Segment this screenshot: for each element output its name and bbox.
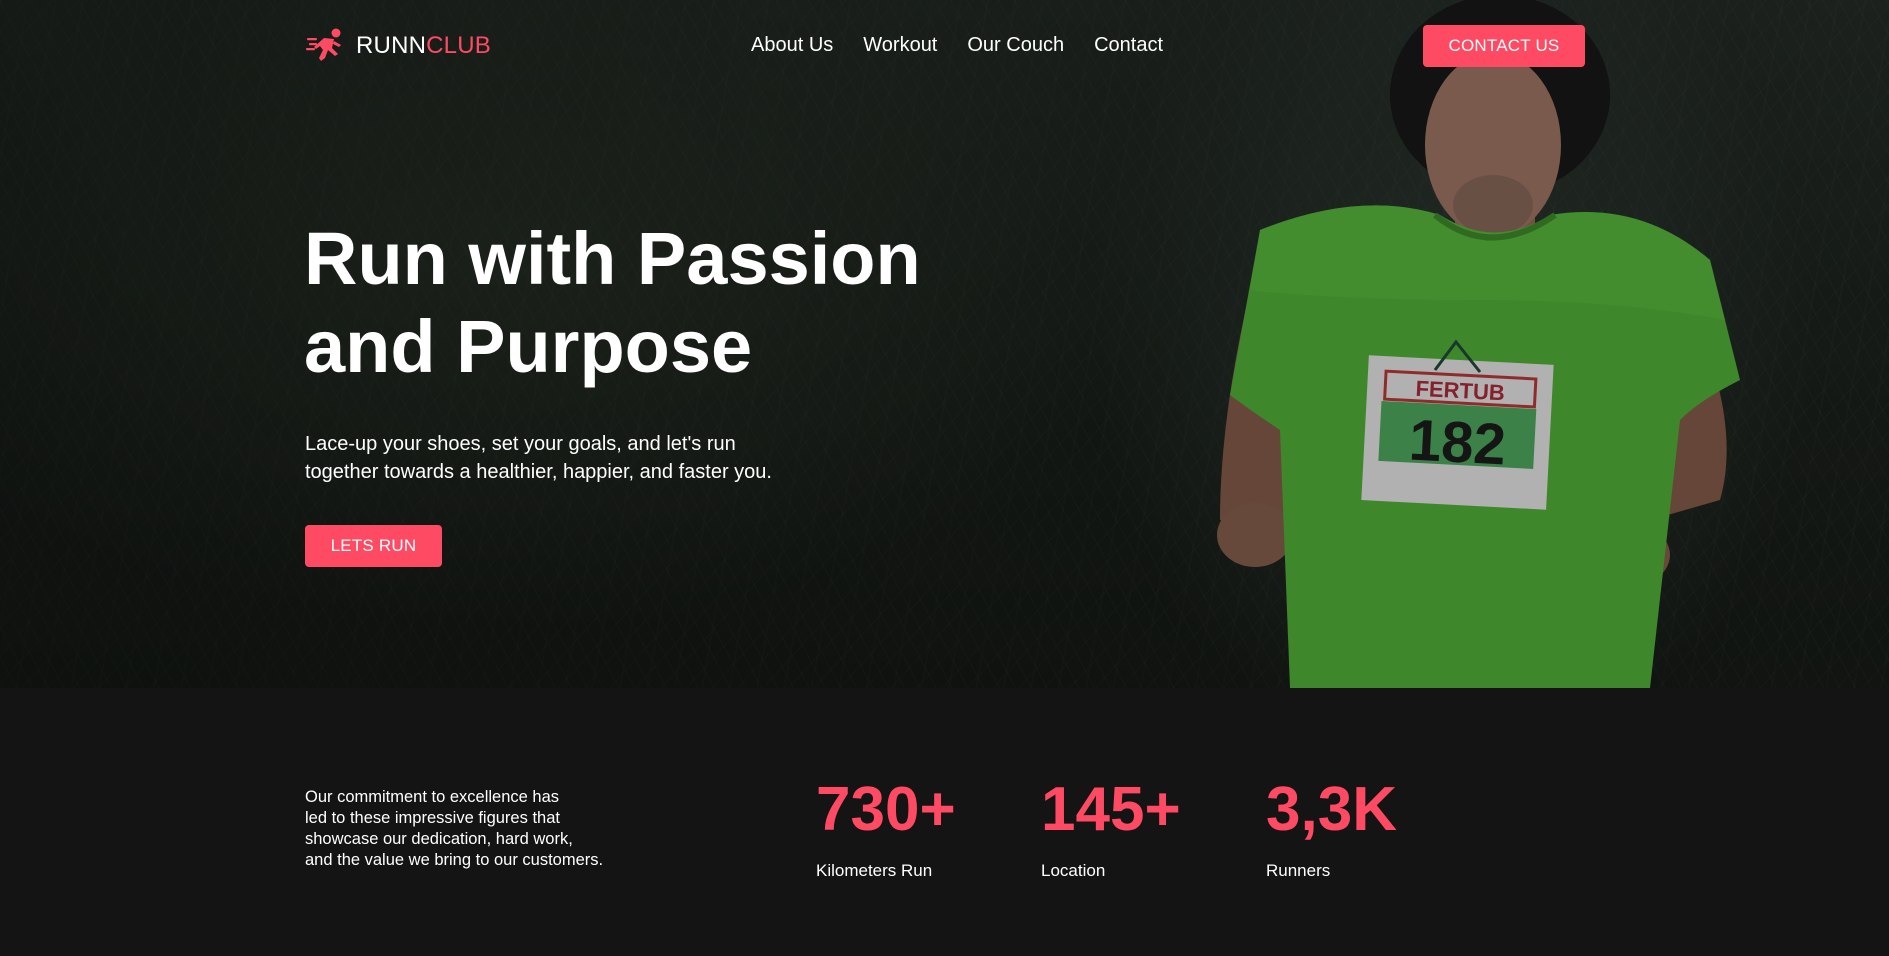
brand-name-part2: CLUB [426,32,491,59]
stat-runners: 3,3K Runners [1266,772,1397,882]
nav-about-us[interactable]: About Us [751,32,833,58]
stat-label: Location [1041,861,1106,880]
nav-our-couch[interactable]: Our Couch [967,32,1064,58]
stat-value: 3,3K [1266,775,1397,844]
hero-section: FERTUB 182 RUNNCLUB About Us Workout Our… [0,0,1889,688]
stats-description-line: led to these impressive figures that [305,809,560,827]
hero-subtitle-line2: together towards a healthier, happier, a… [305,461,772,483]
stats-description-line: and the value we bring to our customers. [305,851,604,869]
hero-subtitle: Lace-up your shoes, set your goals, and … [305,430,865,486]
stat-label: Runners [1266,861,1331,880]
bib-brand: FERTUB [1415,376,1505,406]
main-nav: About Us Workout Our Couch Contact [751,32,1163,58]
stat-kilometers: 730+ Kilometers Run [816,772,956,882]
bib-number: 182 [1407,407,1507,477]
stats-description-line: showcase our dedication, hard work, [305,830,573,848]
runner-photo: FERTUB 182 [1217,0,1740,688]
stats-description-line: Our commitment to excellence has [305,788,560,806]
stat-value: 145+ [1041,775,1181,844]
hero-title-line1: Run with Passion [304,217,921,300]
nav-contact[interactable]: Contact [1094,32,1163,58]
contact-us-button[interactable]: CONTACT US [1423,25,1585,67]
brand-logo[interactable]: RUNNCLUB [306,28,491,64]
hero-title-line2: and Purpose [304,305,753,388]
hero-subtitle-line1: Lace-up your shoes, set your goals, and … [305,433,736,455]
stat-location: 145+ Location [1041,772,1181,882]
stat-label: Kilometers Run [816,861,933,880]
stats-description: Our commitment to excellence has led to … [305,787,645,871]
brand-name: RUNNCLUB [356,28,491,64]
brand-name-part1: RUNN [356,32,427,59]
hero-title: Run with Passion and Purpose [304,215,1004,391]
nav-workout[interactable]: Workout [863,32,937,58]
stat-value: 730+ [816,775,956,844]
lets-run-button[interactable]: LETS RUN [305,525,442,567]
running-person-icon [306,28,341,61]
